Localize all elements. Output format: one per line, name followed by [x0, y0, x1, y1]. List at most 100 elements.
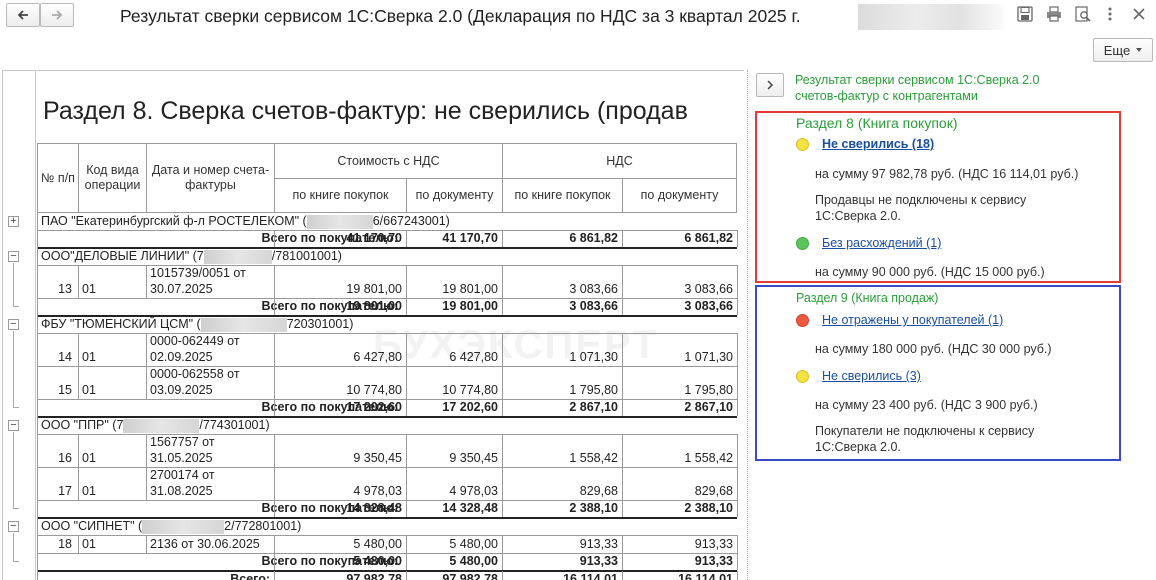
arrow-right-icon — [52, 10, 63, 20]
total-value: 14 328,48 — [346, 501, 402, 515]
total-value: 17 202,60 — [442, 400, 498, 414]
operation-code: 01 — [82, 451, 96, 465]
column-divider — [622, 434, 623, 467]
row-value: 829,68 — [694, 484, 733, 498]
row-value: 4 978,03 — [353, 484, 402, 498]
column-divider — [406, 333, 407, 366]
total-value: 41 170,70 — [442, 231, 498, 245]
group-name-prefix: ООО "СИПНЕТ" ( — [41, 519, 143, 533]
print-icon[interactable] — [1045, 5, 1063, 23]
group-name-prefix: ФБУ "ТЮМЕНСКИЙ ЦСМ" ( — [41, 317, 201, 331]
side-header-line1: Результат сверки сервисом 1С:Сверка 2.0 — [795, 73, 1040, 87]
column-divider — [622, 298, 623, 315]
link-no-discrepancy-8[interactable]: Без расхождений (1) — [822, 236, 941, 250]
header-date-num: Дата и номер счета-фактуры — [146, 143, 275, 213]
amount-not-reflected-9: на сумму 180 000 руб. (НДС 30 000 руб.) — [815, 342, 1052, 356]
column-divider — [406, 467, 407, 500]
collapse-panel-button[interactable] — [756, 73, 784, 97]
more-button[interactable]: Еще — [1093, 38, 1153, 62]
total-value: 6 861,82 — [684, 231, 733, 245]
expand-icon[interactable]: + — [8, 216, 19, 227]
grand-total-label: Всего: — [230, 572, 270, 580]
link-not-matched-9[interactable]: Не сверились (3) — [822, 369, 921, 383]
total-value: 2 388,10 — [684, 501, 733, 515]
invoice-number: 2700174 от — [150, 468, 215, 482]
total-value: 17 202,60 — [346, 400, 402, 414]
row-value: 9 350,45 — [353, 451, 402, 465]
collapse-icon[interactable]: − — [8, 420, 19, 431]
forward-button[interactable] — [40, 3, 74, 27]
more-vertical-icon[interactable] — [1101, 5, 1119, 23]
invoice-number: 1015739/0051 от — [150, 266, 246, 280]
back-button[interactable] — [6, 3, 40, 27]
redacted-inn — [123, 418, 200, 433]
row-value: 19 801,00 — [442, 282, 498, 296]
column-divider — [406, 230, 407, 247]
row-value: 1 071,30 — [684, 350, 733, 364]
redacted-inn — [142, 519, 225, 534]
column-divider — [274, 230, 275, 247]
amount-not-matched-8: на сумму 97 982,78 руб. (НДС 16 114,01 р… — [815, 167, 1079, 181]
column-divider — [737, 553, 738, 570]
preview-icon[interactable] — [1074, 5, 1092, 23]
panel-splitter[interactable] — [747, 70, 748, 580]
column-divider — [502, 298, 503, 315]
tree-line — [13, 533, 14, 562]
column-divider — [274, 366, 275, 399]
column-divider — [737, 535, 738, 553]
row-value: 1 071,30 — [569, 350, 618, 364]
collapse-icon[interactable]: − — [8, 251, 19, 262]
row-value: 9 350,45 — [449, 451, 498, 465]
operation-code: 01 — [82, 350, 96, 364]
operation-code: 01 — [82, 383, 96, 397]
tree-line — [13, 407, 19, 408]
invoice-date: 03.09.2025 — [150, 383, 213, 397]
column-divider — [274, 434, 275, 467]
status-yellow-icon — [796, 138, 809, 151]
close-icon[interactable] — [1130, 5, 1148, 23]
total-value: 19 801,00 — [346, 299, 402, 313]
total-value: 41 170,70 — [346, 231, 402, 245]
row-value: 4 978,03 — [449, 484, 498, 498]
link-not-matched-8[interactable]: Не сверились (18) — [822, 137, 934, 151]
group-name-prefix: ООО "ППР" (7 — [41, 418, 124, 432]
column-divider — [274, 399, 275, 416]
column-divider — [274, 553, 275, 570]
column-divider — [274, 535, 275, 553]
column-divider — [146, 434, 147, 467]
section9-title: Раздел 9 (Книга продаж) — [796, 291, 939, 305]
column-divider — [146, 535, 147, 553]
note-line2-9: 1С:Сверка 2.0. — [815, 440, 901, 454]
column-divider — [502, 230, 503, 247]
amount-not-matched-9: на сумму 23 400 руб. (НДС 3 900 руб.) — [815, 398, 1038, 412]
column-divider — [737, 434, 738, 467]
amount-no-discrepancy-8: на сумму 90 000 руб. (НДС 15 000 руб.) — [815, 265, 1045, 279]
save-icon[interactable] — [1016, 5, 1034, 23]
invoice-number: 0000-062558 от — [150, 367, 240, 381]
column-divider — [622, 333, 623, 366]
link-not-reflected-9[interactable]: Не отражены у покупателей (1) — [822, 313, 1003, 327]
header-cost-by-book: по книге покупок — [274, 178, 407, 213]
window-title: Результат сверки сервисом 1С:Сверка 2.0 … — [120, 6, 801, 26]
column-divider — [406, 265, 407, 298]
total-value: 3 083,66 — [569, 299, 618, 313]
group-name: ООО "ППР" (7/774301001) — [41, 418, 270, 433]
column-divider — [502, 434, 503, 467]
column-divider — [502, 366, 503, 399]
column-divider — [274, 333, 275, 366]
tree-line — [13, 432, 14, 509]
column-divider — [622, 399, 623, 416]
row-number: 15 — [58, 383, 72, 397]
invoice-date: 30.07.2025 — [150, 282, 213, 296]
column-divider — [146, 333, 147, 366]
section8-title: Раздел 8 (Книга покупок) — [796, 115, 958, 131]
column-divider — [78, 467, 79, 500]
column-divider — [737, 265, 738, 298]
column-divider — [502, 535, 503, 553]
group-name: ООО "СИПНЕТ" (2/772801001) — [41, 519, 301, 534]
grand-total-value: 97 982,78 — [346, 572, 402, 580]
collapse-icon[interactable]: − — [8, 319, 19, 330]
tree-line — [13, 263, 14, 307]
report-panel[interactable]: БУХЭКСПЕРТ Раздел 8. Сверка счетов-факту… — [2, 70, 744, 580]
collapse-icon[interactable]: − — [8, 521, 19, 532]
